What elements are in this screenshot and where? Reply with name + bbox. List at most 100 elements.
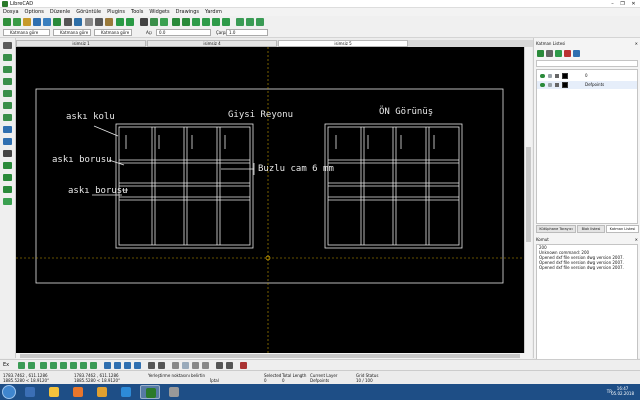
vertical-scroll-thumb[interactable] [526, 147, 531, 242]
snap-grid-icon[interactable] [246, 18, 254, 26]
redo-icon[interactable] [126, 18, 134, 26]
minimize-button[interactable]: – [608, 1, 617, 7]
pen-color-select[interactable]: Katmana göre [3, 29, 50, 36]
arc-tool-icon[interactable] [3, 66, 12, 73]
layer-panel-close-icon[interactable]: ✕ [635, 41, 638, 46]
view-mode-4-icon[interactable] [202, 362, 209, 369]
save-all-icon[interactable] [53, 18, 61, 26]
tab-isimsiz-5[interactable]: isimsiz 5 [278, 40, 408, 47]
taskbar-app-librecad[interactable] [140, 385, 160, 399]
save-icon[interactable] [33, 18, 41, 26]
grid-toggle-icon[interactable] [140, 18, 148, 26]
menu-goruntule[interactable]: Görüntüle [73, 8, 104, 16]
tab-isimsiz-1[interactable]: isimsiz 1 [16, 40, 146, 47]
hatch-tool-icon[interactable] [3, 138, 12, 145]
taskbar-app-3[interactable] [68, 385, 88, 399]
menu-dosya[interactable]: Dosya [0, 8, 22, 16]
menu-yardim[interactable]: Yardım [202, 8, 225, 16]
zoom-auto-icon[interactable] [192, 18, 200, 26]
save-as-icon[interactable] [43, 18, 51, 26]
maximize-button[interactable]: ❐ [618, 1, 627, 7]
taskbar-app-2[interactable] [44, 385, 64, 399]
text-tool-icon[interactable] [3, 150, 12, 157]
close-button[interactable]: ✕ [629, 1, 638, 7]
select-tool-icon[interactable] [3, 42, 12, 49]
menu-plugins[interactable]: Plugins [104, 8, 128, 16]
open-file-icon[interactable] [23, 18, 31, 26]
view-mode-1-icon[interactable] [172, 362, 179, 369]
line-type-select[interactable]: Katmana göre [94, 29, 132, 36]
layer-row[interactable]: Defpoints [537, 81, 637, 89]
taskbar-app-1[interactable] [20, 385, 40, 399]
add-layer-icon[interactable] [555, 50, 562, 57]
zoom-pan-icon[interactable] [222, 18, 230, 26]
restrict-nothing-icon[interactable] [134, 362, 141, 369]
snap-free-icon[interactable] [18, 362, 25, 369]
dock-toggle-icon[interactable] [216, 362, 223, 369]
circle-tool-icon[interactable] [3, 78, 12, 85]
copy-icon[interactable] [95, 18, 103, 26]
layer-row[interactable]: 0 [537, 72, 637, 80]
menu-duzenle[interactable]: Düzenle [47, 8, 73, 16]
image-tool-icon[interactable] [3, 198, 12, 205]
taskbar-app-4[interactable] [92, 385, 112, 399]
snap-intersection-icon[interactable] [90, 362, 97, 369]
new-file-icon[interactable] [3, 18, 11, 26]
restrict-orthogonal-icon[interactable] [124, 362, 131, 369]
polyline-tool-icon[interactable] [3, 102, 12, 109]
menu-options[interactable]: Options [22, 8, 47, 16]
dimension-tool-icon[interactable] [3, 126, 12, 133]
show-all-layers-icon[interactable] [537, 50, 544, 57]
drawing-canvas[interactable]: Giysi Reyonu ÖN Görünüş askı kolu askı b… [16, 47, 524, 353]
line-tool-icon[interactable] [3, 54, 12, 61]
print-toggle-icon[interactable] [555, 83, 559, 87]
zoom-out-icon[interactable] [182, 18, 190, 26]
zoom-in-icon[interactable] [172, 18, 180, 26]
taskbar-app-7[interactable] [164, 385, 184, 399]
visible-eye-icon[interactable] [540, 74, 545, 78]
print-preview-icon[interactable] [74, 18, 82, 26]
print-toggle-icon[interactable] [555, 74, 559, 78]
block-tool-icon[interactable] [3, 186, 12, 193]
pen-width-select[interactable]: Katmana göre [53, 29, 91, 36]
zoom-previous-icon[interactable] [202, 18, 210, 26]
relative-zero-icon[interactable] [148, 362, 155, 369]
snap-distance-icon[interactable] [80, 362, 87, 369]
lock-icon[interactable] [548, 74, 552, 78]
snap-endpoint-icon[interactable] [256, 18, 264, 26]
remove-layer-icon[interactable] [564, 50, 571, 57]
spline-tool-icon[interactable] [3, 114, 12, 121]
redraw-icon[interactable] [160, 18, 168, 26]
angle-input[interactable]: 0.0 [156, 29, 211, 36]
tab-isimsiz-4[interactable]: isimsiz 4 [147, 40, 277, 47]
horizontal-scroll-thumb[interactable] [20, 354, 520, 358]
hide-all-layers-icon[interactable] [546, 50, 553, 57]
vertical-scrollbar[interactable] [524, 47, 532, 353]
ellipse-tool-icon[interactable] [3, 90, 12, 97]
snap-free-icon[interactable] [236, 18, 244, 26]
view-mode-3-icon[interactable] [192, 362, 199, 369]
print-icon[interactable] [64, 18, 72, 26]
layer-filter-input[interactable] [536, 60, 638, 67]
paste-icon[interactable] [105, 18, 113, 26]
info-tool-icon[interactable] [3, 174, 12, 181]
snap-middle-icon[interactable] [70, 362, 77, 369]
scale-input[interactable]: 1.0 [226, 29, 268, 36]
command-panel-close-icon[interactable]: ✕ [635, 237, 638, 242]
cancel-command-icon[interactable] [240, 362, 247, 369]
restrict-horizontal-icon[interactable] [104, 362, 111, 369]
clock[interactable]: 16:47 05.02.2018 [611, 386, 634, 396]
pen-toggle-icon[interactable] [226, 362, 233, 369]
snap-center-icon[interactable] [60, 362, 67, 369]
snap-endpoint-icon[interactable] [40, 362, 47, 369]
undo-icon[interactable] [116, 18, 124, 26]
taskbar-app-5[interactable] [116, 385, 136, 399]
modify-tool-icon[interactable] [3, 162, 12, 169]
cut-icon[interactable] [85, 18, 93, 26]
visible-eye-icon[interactable] [540, 83, 545, 87]
menu-widgets[interactable]: Widgets [146, 8, 172, 16]
menu-tools[interactable]: Tools [128, 8, 146, 16]
lock-relative-zero-icon[interactable] [158, 362, 165, 369]
new-template-icon[interactable] [13, 18, 21, 26]
edit-layer-icon[interactable] [573, 50, 580, 57]
